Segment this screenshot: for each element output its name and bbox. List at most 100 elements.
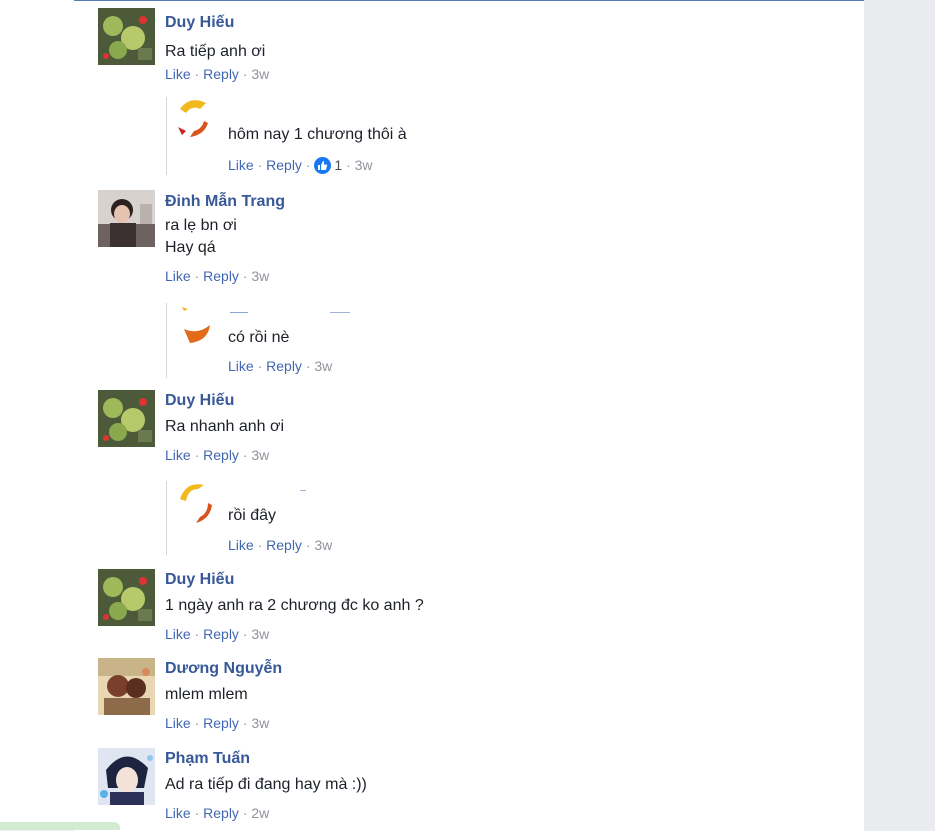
commenter-name[interactable]: Duy Hiếu bbox=[165, 571, 234, 589]
separator: · bbox=[194, 268, 200, 284]
reply: rồi đây Like · Reply · 3w bbox=[166, 481, 766, 555]
separator: · bbox=[305, 157, 311, 173]
bottom-indicator bbox=[0, 822, 120, 830]
separator: · bbox=[257, 537, 263, 553]
comment-text: mlem mlem bbox=[165, 684, 248, 706]
comment-line: Ra tiếp anh ơi bbox=[165, 43, 266, 60]
comment-time[interactable]: 3w bbox=[251, 447, 269, 463]
separator: · bbox=[194, 805, 200, 821]
like-link[interactable]: Like bbox=[165, 626, 191, 642]
like-link[interactable]: Like bbox=[228, 358, 254, 374]
like-link[interactable]: Like bbox=[165, 268, 191, 284]
avatar[interactable] bbox=[98, 8, 155, 65]
comment-time[interactable]: 3w bbox=[251, 626, 269, 642]
reply-time[interactable]: 3w bbox=[314, 537, 332, 553]
thread-line bbox=[166, 303, 167, 378]
separator: · bbox=[194, 715, 200, 731]
like-link[interactable]: Like bbox=[165, 715, 191, 731]
separator: · bbox=[242, 626, 248, 642]
commenter-name[interactable]: Phạm Tuấn bbox=[165, 750, 250, 768]
reply-text: có rồi nè bbox=[228, 329, 290, 346]
reply-avatar[interactable] bbox=[176, 481, 220, 525]
reply-link[interactable]: Reply bbox=[203, 626, 239, 642]
left-background bbox=[0, 0, 74, 830]
commenter-name[interactable]: Duy Hiếu bbox=[165, 14, 234, 32]
comment-line: Hay qá bbox=[165, 239, 216, 256]
reply-link[interactable]: Reply bbox=[266, 358, 302, 374]
like-link[interactable]: Like bbox=[228, 537, 254, 553]
reply-link[interactable]: Reply bbox=[203, 715, 239, 731]
like-link[interactable]: Like bbox=[228, 157, 254, 173]
reply-link[interactable]: Reply bbox=[203, 447, 239, 463]
comment-actions: Like · Reply · 2w bbox=[165, 805, 269, 821]
comment-actions: Like · Reply · 3w bbox=[165, 715, 269, 731]
commenter-name[interactable]: Dương Nguyễn bbox=[165, 660, 282, 678]
avatar[interactable] bbox=[98, 658, 155, 715]
separator: · bbox=[242, 268, 248, 284]
separator: · bbox=[242, 715, 248, 731]
reply-name-obscured bbox=[230, 99, 380, 107]
right-background bbox=[864, 0, 935, 830]
like-link[interactable]: Like bbox=[165, 66, 191, 82]
separator: · bbox=[242, 66, 248, 82]
separator: · bbox=[305, 537, 311, 553]
like-link[interactable]: Like bbox=[165, 447, 191, 463]
reply-avatar[interactable] bbox=[176, 97, 220, 141]
comment-actions: Like · Reply · 3w bbox=[165, 626, 269, 642]
comment-line: mlem mlem bbox=[165, 686, 248, 703]
comment-line: ra lẹ bn ơi bbox=[165, 217, 237, 234]
separator: · bbox=[305, 358, 311, 374]
comment-line: 1 ngày anh ra 2 chương đc ko anh ? bbox=[165, 597, 424, 614]
comment-text: Ra tiếp anh ơi bbox=[165, 41, 265, 63]
comment-text: 1 ngày anh ra 2 chương đc ko anh ? bbox=[165, 595, 424, 617]
reply-link[interactable]: Reply bbox=[203, 66, 239, 82]
avatar[interactable] bbox=[98, 748, 155, 805]
reply-actions: Like · Reply · 1 · 3w bbox=[228, 157, 373, 174]
reply-link[interactable]: Reply bbox=[203, 268, 239, 284]
comment-line: Ra nhanh anh ơi bbox=[165, 418, 285, 435]
reply-link[interactable]: Reply bbox=[266, 157, 302, 173]
reply-link[interactable]: Reply bbox=[203, 805, 239, 821]
comment-text: Ad ra tiếp đi đang hay mà :)) bbox=[165, 774, 367, 796]
comment-time[interactable]: 3w bbox=[251, 66, 269, 82]
separator: · bbox=[194, 626, 200, 642]
comment-text: ra lẹ bn ơi Hay qá bbox=[165, 215, 237, 259]
comment-actions: Like · Reply · 3w bbox=[165, 447, 269, 463]
comments-panel: Duy Hiếu Ra tiếp anh ơi Like · Reply · 3… bbox=[74, 0, 864, 831]
separator: · bbox=[257, 358, 263, 374]
reply-time[interactable]: 3w bbox=[355, 157, 373, 173]
avatar[interactable] bbox=[98, 190, 155, 247]
reply-actions: Like · Reply · 3w bbox=[228, 358, 332, 374]
avatar[interactable] bbox=[98, 569, 155, 626]
reply-link[interactable]: Reply bbox=[266, 537, 302, 553]
avatar[interactable] bbox=[98, 390, 155, 447]
reply-name-obscured bbox=[230, 305, 380, 313]
reply: hôm nay 1 chương thôi à Like · Reply · 1… bbox=[166, 97, 766, 175]
commenter-name[interactable]: Đinh Mẫn Trang bbox=[165, 193, 285, 211]
thread-line bbox=[166, 97, 167, 175]
reply: có rồi nè Like · Reply · 3w bbox=[166, 303, 766, 378]
thread-line bbox=[166, 481, 167, 555]
reply-text: hôm nay 1 chương thôi à bbox=[228, 126, 407, 143]
separator: · bbox=[242, 447, 248, 463]
reply-actions: Like · Reply · 3w bbox=[228, 537, 332, 553]
comment-text: Ra nhanh anh ơi bbox=[165, 416, 284, 438]
reply-avatar[interactable] bbox=[176, 303, 220, 347]
comment-time[interactable]: 2w bbox=[251, 805, 269, 821]
comment-line: Ad ra tiếp đi đang hay mà :)) bbox=[165, 776, 367, 793]
reply-name-obscured bbox=[230, 483, 380, 491]
like-icon[interactable] bbox=[314, 157, 332, 174]
commenter-name[interactable]: Duy Hiếu bbox=[165, 392, 234, 410]
comment-time[interactable]: 3w bbox=[251, 715, 269, 731]
reply-time[interactable]: 3w bbox=[314, 358, 332, 374]
separator: · bbox=[346, 157, 351, 173]
separator: · bbox=[242, 805, 248, 821]
comment-actions: Like · Reply · 3w bbox=[165, 66, 269, 82]
like-count[interactable]: 1 bbox=[334, 157, 342, 173]
separator: · bbox=[257, 157, 263, 173]
comment-actions: Like · Reply · 3w bbox=[165, 268, 269, 284]
separator: · bbox=[194, 66, 200, 82]
comment-time[interactable]: 3w bbox=[251, 268, 269, 284]
reply-text: rồi đây bbox=[228, 507, 277, 524]
like-link[interactable]: Like bbox=[165, 805, 191, 821]
